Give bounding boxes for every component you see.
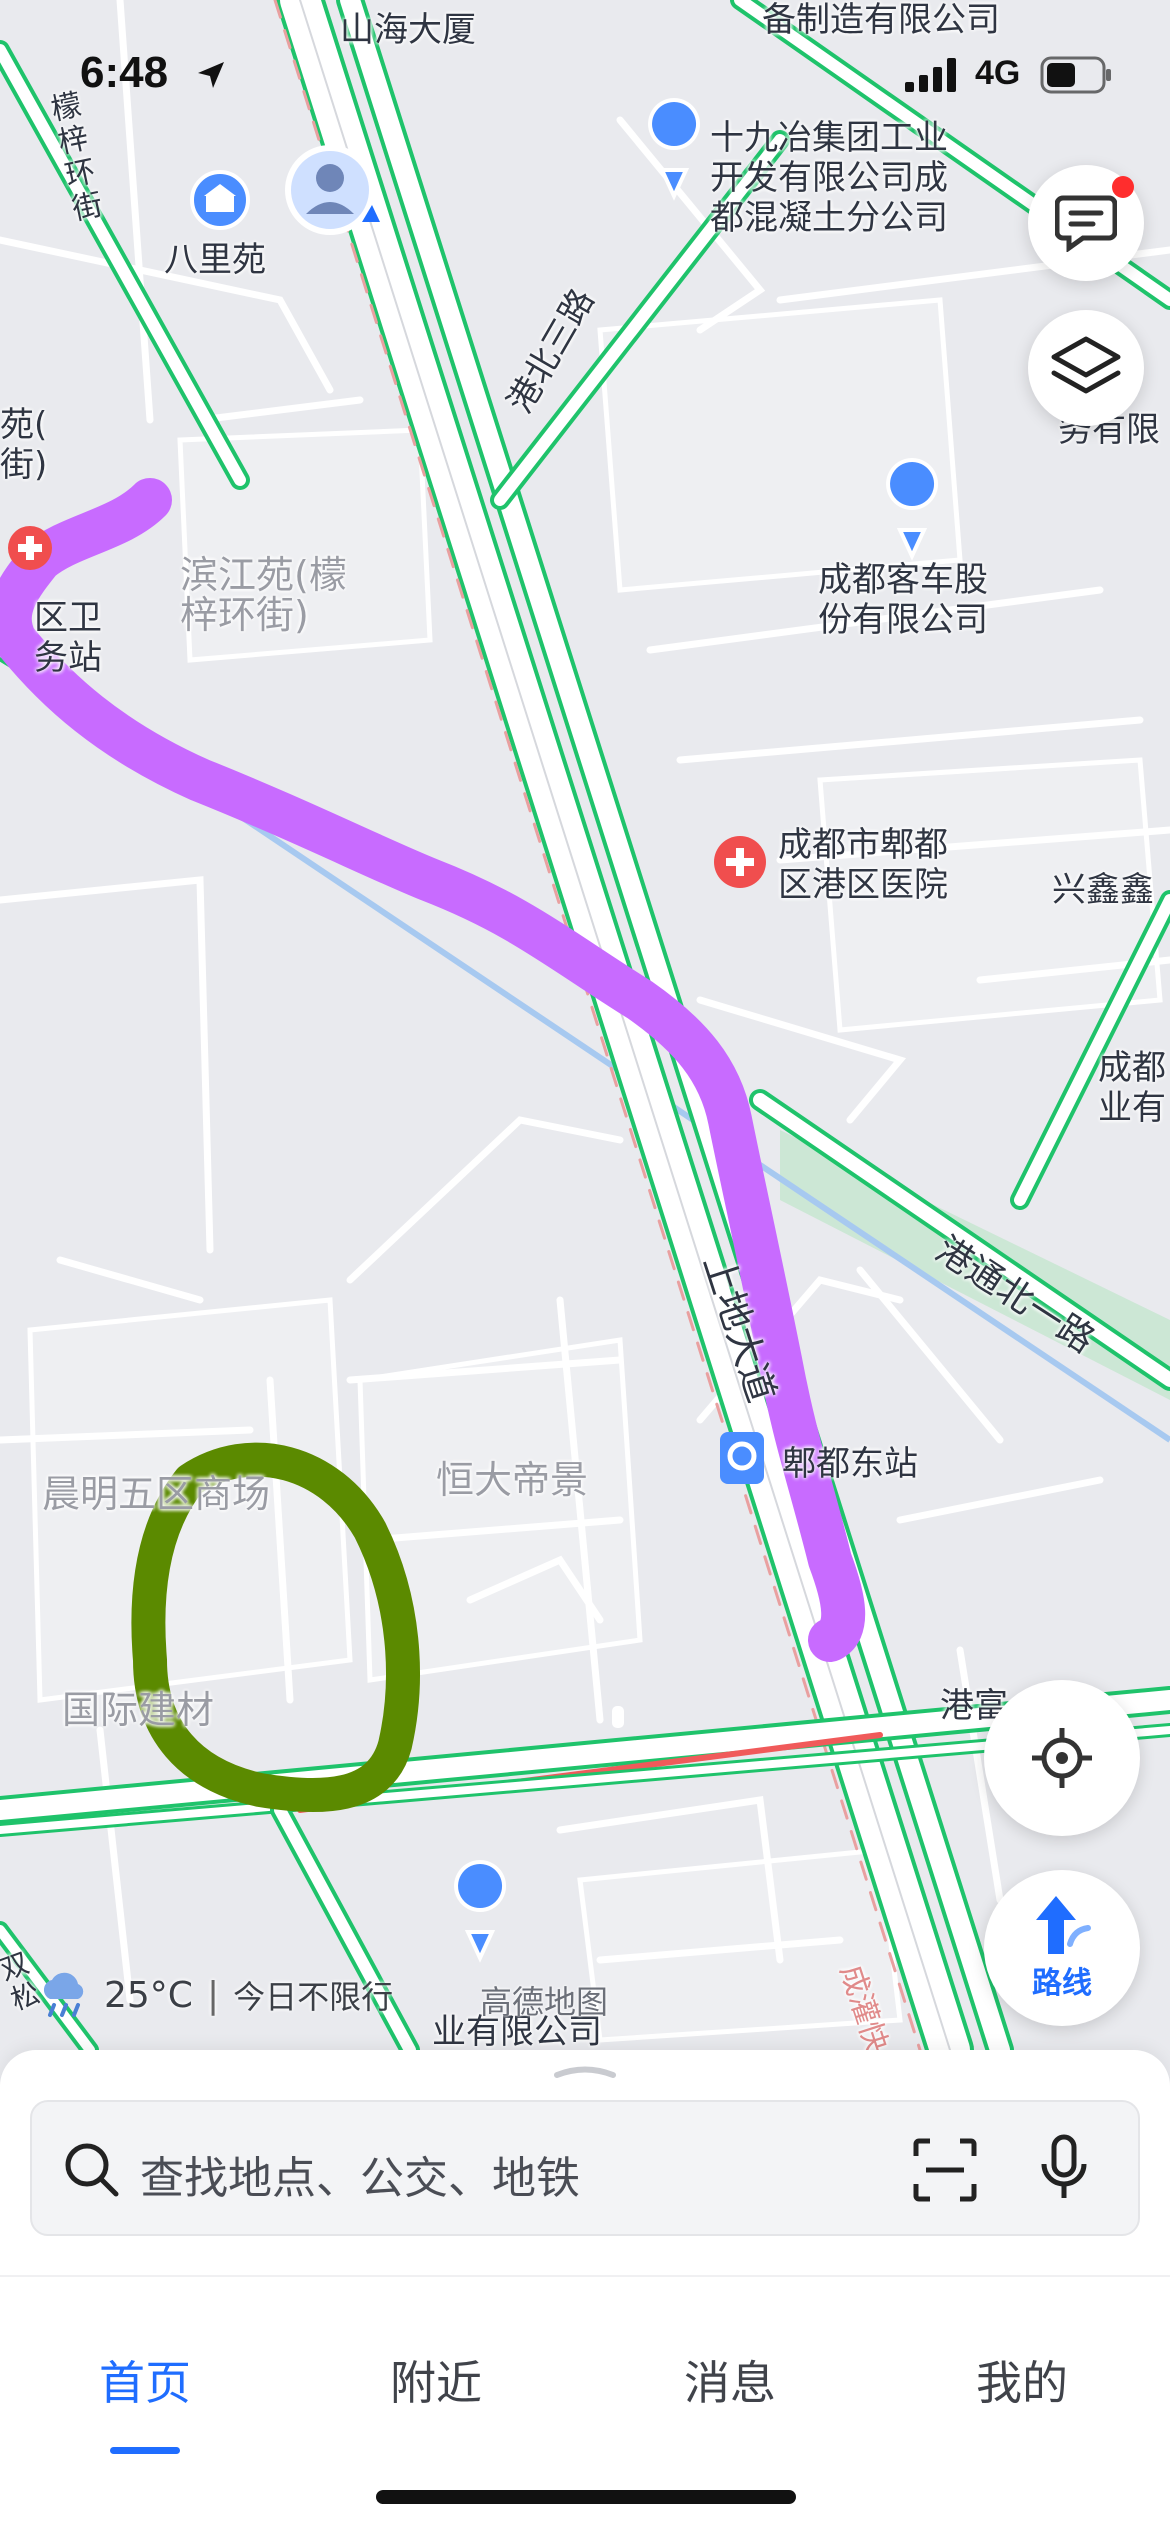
tab-me[interactable]: 我的 xyxy=(942,2347,1102,2413)
route-button[interactable]: 路线 xyxy=(984,1870,1140,2026)
active-tab-indicator xyxy=(110,2447,180,2454)
status-bar: 6:48 4G xyxy=(0,40,1170,110)
map-label-beizhi: 备制造有限公司 xyxy=(762,0,1000,40)
bottom-sheet[interactable]: 查找地点、公交、地铁 首页 附近 消息 我的 xyxy=(0,2050,1170,2532)
search-icon xyxy=(65,2143,119,2197)
traffic-restriction-text: 今日不限行 xyxy=(233,1978,394,2016)
tab-nearby[interactable]: 附近 xyxy=(356,2347,516,2413)
map-label-xinxin: 兴鑫鑫 xyxy=(1052,870,1154,910)
notification-dot xyxy=(1112,176,1134,198)
map-label-hengda: 恒大帝景 xyxy=(436,1458,589,1502)
home-indicator xyxy=(376,2490,796,2504)
rain-cloud-icon xyxy=(43,1972,84,2017)
sheet-handle-icon[interactable] xyxy=(553,2064,617,2078)
map-label-shijiu: 十九冶集团工业 开发有限公司成 都混凝土分公司 xyxy=(710,118,948,238)
map-label-qu-wei: 区卫 务站 xyxy=(34,598,102,678)
status-time: 6:48 xyxy=(80,48,169,97)
map-label-guoji: 国际建材 xyxy=(62,1688,215,1732)
route-arrow-icon xyxy=(1036,1896,1091,1954)
building-poi-icon[interactable] xyxy=(190,170,250,230)
map-label-chenming: 晨明五区商场 xyxy=(42,1472,271,1516)
tab-messages[interactable]: 消息 xyxy=(650,2347,810,2413)
weather-separator: | xyxy=(206,1974,220,2016)
amap-watermark: 高德地图 xyxy=(480,1983,609,2021)
search-input[interactable]: 查找地点、公交、地铁 xyxy=(30,2100,1140,2236)
microphone-icon[interactable] xyxy=(1040,2134,1088,2204)
locate-me-button[interactable] xyxy=(984,1680,1140,1836)
tab-bar: 首页 附近 消息 我的 xyxy=(0,2275,1170,2454)
map-label-yuan-left: 苑( 街) xyxy=(0,405,48,485)
network-type: 4G xyxy=(975,54,1021,92)
map-label-dongzhan: 郫都东站 xyxy=(782,1444,918,1484)
crosshair-icon xyxy=(1032,1728,1092,1788)
hospital-marker-icon[interactable] xyxy=(714,836,766,888)
map-label-yiyuan: 成都市郫都 区港区医院 xyxy=(778,825,948,905)
location-arrow-icon xyxy=(198,62,224,88)
weather-info[interactable]: 25°C | 今日不限行 xyxy=(36,1970,393,2020)
metro-station-icon[interactable] xyxy=(720,1432,764,1484)
search-placeholder: 查找地点、公交、地铁 xyxy=(140,2153,580,2204)
tab-home[interactable]: 首页 xyxy=(65,2347,225,2413)
hospital-marker-icon[interactable] xyxy=(8,526,52,570)
layers-button[interactable] xyxy=(1028,310,1144,426)
battery-icon xyxy=(1040,56,1111,94)
chat-bubble-icon xyxy=(1055,195,1117,252)
map-label-binjiang: 滨江苑(檬 梓环街) xyxy=(180,553,347,637)
temperature-text: 25°C xyxy=(104,1974,193,2016)
layers-icon xyxy=(1051,336,1121,394)
map-label-keche: 成都客车股 份有限公司 xyxy=(818,560,988,640)
scan-icon[interactable] xyxy=(912,2138,978,2202)
cellular-signal-icon xyxy=(905,58,956,92)
map-label-chengdu-right: 成都 业有 xyxy=(1098,1048,1166,1128)
map-label-balin: 八里苑 xyxy=(164,240,266,280)
route-label: 路线 xyxy=(1032,1966,1092,2001)
